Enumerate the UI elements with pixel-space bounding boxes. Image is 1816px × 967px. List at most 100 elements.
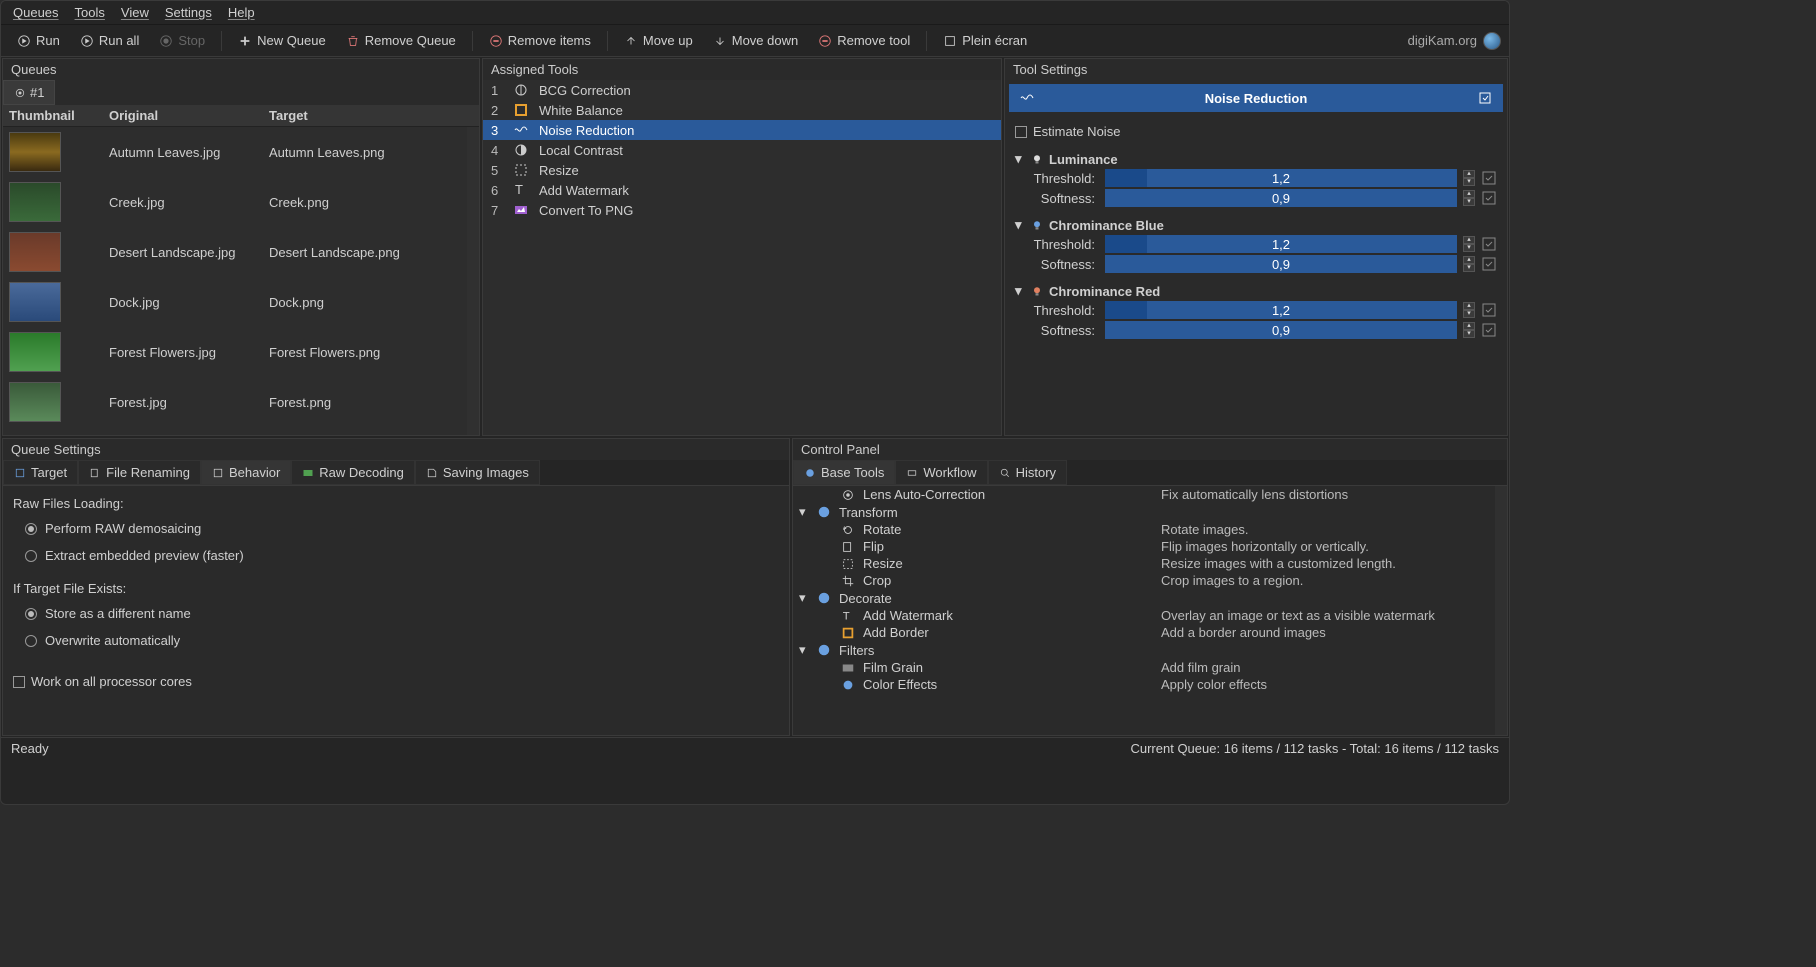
tab-icon [804,467,816,479]
softness-label: Softness: [1015,323,1095,338]
tree-item[interactable]: Add BorderAdd a border around images [793,624,1495,641]
stop-button[interactable]: Stop [151,29,213,52]
target-filename: Forest Flowers.png [269,345,461,360]
tree-category[interactable]: ▾Decorate [793,589,1495,607]
tool-section-header[interactable]: ▾ Chrominance Blue [1015,217,1497,233]
assigned-tool-row[interactable]: 3 Noise Reduction [483,120,1001,140]
tree-item[interactable]: FlipFlip images horizontally or vertical… [793,538,1495,555]
queue-row[interactable]: Dock.jpg Dock.png [3,277,467,327]
assigned-tool-row[interactable]: 6 T Add Watermark [483,180,1001,200]
tool-section-header[interactable]: ▾ Chrominance Red [1015,283,1497,299]
reset-icon[interactable] [1481,236,1497,252]
tool-section-header[interactable]: ▾ Luminance [1015,151,1497,167]
spinner-buttons[interactable]: ▴▾ [1463,322,1475,338]
assigned-tool-row[interactable]: 2 White Balance [483,100,1001,120]
tab-behavior[interactable]: Behavior [201,460,291,485]
spinner-buttons[interactable]: ▴▾ [1463,302,1475,318]
tab-workflow[interactable]: Workflow [895,460,987,485]
tree-item[interactable]: Color EffectsApply color effects [793,676,1495,693]
spinner-buttons[interactable]: ▴▾ [1463,190,1475,206]
tree-category[interactable]: ▾Transform [793,503,1495,521]
menu-view[interactable]: View [121,5,149,20]
remove-queue-button[interactable]: Remove Queue [338,29,464,52]
col-target[interactable]: Target [269,108,473,123]
queue-tab-1[interactable]: #1 [3,80,55,105]
tree-item[interactable]: CropCrop images to a region. [793,572,1495,589]
category-icon [817,505,831,519]
tree-item[interactable]: RotateRotate images. [793,521,1495,538]
assigned-tools-list[interactable]: 1 BCG Correction 2 White Balance 3 Noise… [483,80,1001,435]
reset-icon[interactable] [1481,256,1497,272]
section-name: Chrominance Blue [1049,218,1164,233]
assigned-tool-row[interactable]: 7 Convert To PNG [483,200,1001,220]
tool-name: Noise Reduction [539,123,634,138]
softness-slider[interactable]: 0,9 [1105,189,1457,207]
assigned-tool-row[interactable]: 5 Resize [483,160,1001,180]
scrollbar[interactable] [467,127,479,435]
move-down-button[interactable]: Move down [705,29,806,52]
remove-tool-button[interactable]: Remove tool [810,29,918,52]
tab-saving-images[interactable]: Saving Images [415,460,540,485]
tree-item-name: Resize [863,556,1153,571]
radio-store-different[interactable]: Store as a different name [13,604,779,623]
radio-extract-preview[interactable]: Extract embedded preview (faster) [13,546,779,565]
tree-item[interactable]: TAdd WatermarkOverlay an image or text a… [793,607,1495,624]
estimate-noise-checkbox[interactable]: Estimate Noise [1015,122,1497,141]
menu-settings[interactable]: Settings [165,5,212,20]
tab-file-renaming[interactable]: File Renaming [78,460,201,485]
control-panel-tabs: Base ToolsWorkflowHistory [793,460,1507,486]
remove-circle-icon [489,34,503,48]
radio-overwrite[interactable]: Overwrite automatically [13,631,779,650]
tree-item[interactable]: Lens Auto-CorrectionFix automatically le… [793,486,1495,503]
tab-target[interactable]: Target [3,460,78,485]
queue-row[interactable]: Forest Flowers.jpg Forest Flowers.png [3,327,467,377]
chevron-down-icon: ▾ [1015,151,1025,167]
remove-items-button[interactable]: Remove items [481,29,599,52]
queue-row[interactable]: Forest.jpg Forest.png [3,377,467,427]
new-queue-button[interactable]: New Queue [230,29,334,52]
tab-raw-decoding[interactable]: Raw Decoding [291,460,415,485]
spinner-buttons[interactable]: ▴▾ [1463,236,1475,252]
tool-settings-panel: Tool Settings Noise Reduction Estimate N… [1004,58,1508,436]
tree-category[interactable]: ▾Filters [793,641,1495,659]
queue-list[interactable]: Autumn Leaves.jpg Autumn Leaves.png Cree… [3,127,467,435]
threshold-slider[interactable]: 1,2 [1105,235,1457,253]
control-panel-tree[interactable]: Lens Auto-CorrectionFix automatically le… [793,486,1495,735]
queue-row[interactable]: Autumn Leaves.jpg Autumn Leaves.png [3,127,467,177]
reset-icon[interactable] [1481,190,1497,206]
tree-item[interactable]: ResizeResize images with a customized le… [793,555,1495,572]
spinner-buttons[interactable]: ▴▾ [1463,170,1475,186]
menu-tools[interactable]: Tools [75,5,105,20]
queue-row[interactable]: Desert Landscape.jpg Desert Landscape.pn… [3,227,467,277]
softness-slider[interactable]: 0,9 [1105,321,1457,339]
col-original[interactable]: Original [109,108,269,123]
threshold-slider[interactable]: 1,2 [1105,169,1457,187]
softness-value: 0,9 [1272,257,1290,272]
col-thumbnail[interactable]: Thumbnail [9,108,109,123]
run-button[interactable]: Run [9,29,68,52]
reset-icon[interactable] [1481,170,1497,186]
tree-item[interactable]: Film GrainAdd film grain [793,659,1495,676]
menu-help[interactable]: Help [228,5,255,20]
softness-slider[interactable]: 0,9 [1105,255,1457,273]
reset-icon[interactable] [1477,90,1493,106]
run-all-button[interactable]: Run all [72,29,147,52]
threshold-slider[interactable]: 1,2 [1105,301,1457,319]
reset-icon[interactable] [1481,322,1497,338]
fullscreen-button[interactable]: Plein écran [935,29,1035,52]
queues-title: Queues [3,59,479,80]
spinner-buttons[interactable]: ▴▾ [1463,256,1475,272]
work-cores-checkbox[interactable]: Work on all processor cores [13,672,779,691]
reset-icon[interactable] [1481,302,1497,318]
menu-queues[interactable]: Queues [13,5,59,20]
radio-raw-demosaicing[interactable]: Perform RAW demosaicing [13,519,779,538]
tab-base-tools[interactable]: Base Tools [793,460,895,485]
queue-row[interactable]: Creek.jpg Creek.png [3,177,467,227]
tab-history[interactable]: History [988,460,1067,485]
assigned-tool-row[interactable]: 4 Local Contrast [483,140,1001,160]
assigned-tool-row[interactable]: 1 BCG Correction [483,80,1001,100]
scrollbar[interactable] [1495,486,1507,735]
checkbox-icon [1015,126,1027,138]
tool-name: Convert To PNG [539,203,633,218]
move-up-button[interactable]: Move up [616,29,701,52]
